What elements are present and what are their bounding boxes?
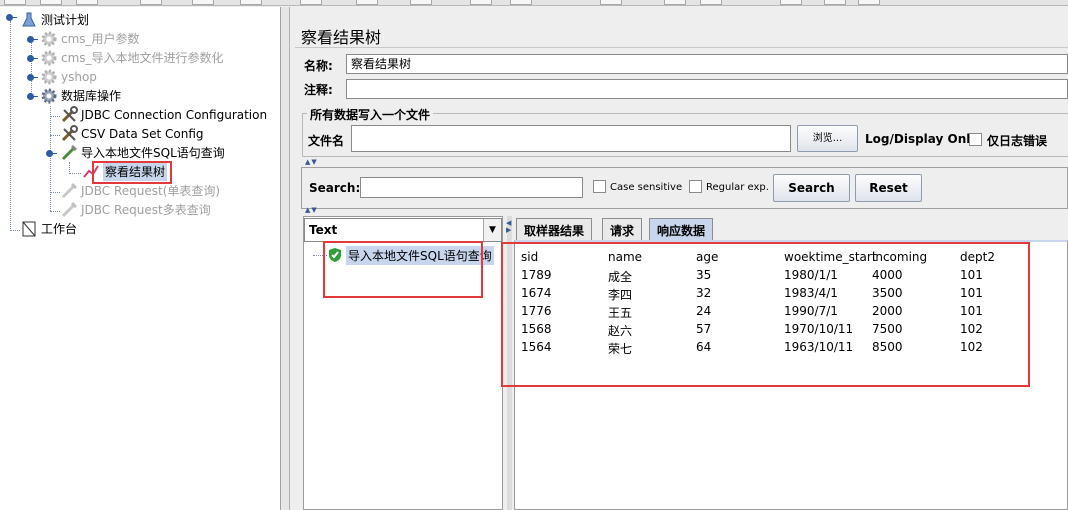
toolbar-button[interactable]: [780, 0, 802, 5]
collapse-arrows[interactable]: ▲▼: [305, 158, 318, 166]
pipette-icon: [60, 144, 78, 162]
browse-button[interactable]: 浏览...: [797, 125, 858, 152]
tree-label: 数据库操作: [61, 89, 122, 103]
selection-highlight: [92, 161, 172, 184]
response-highlight: [501, 242, 1030, 387]
tree-label: cms_用户参数: [61, 32, 140, 46]
renderer-value: Text: [309, 223, 338, 237]
toolbar-button[interactable]: [4, 0, 26, 5]
errors-only-checkbox[interactable]: [969, 133, 982, 146]
tree-node-db-ops[interactable]: 数据库操作: [40, 86, 121, 105]
toolbar-button[interactable]: [664, 0, 686, 5]
flask-icon: [20, 11, 38, 29]
gear-icon: [40, 68, 58, 86]
wrench-icon: [60, 124, 78, 143]
tree-node-csv-data-set[interactable]: CSV Data Set Config: [60, 124, 204, 143]
tree-label: CSV Data Set Config: [81, 126, 204, 141]
toolbar-button[interactable]: [410, 0, 432, 5]
test-plan-tree: 测试计划 cms_用户参数 cms_导入本地文件进行参数化 yshop 数据库操…: [0, 7, 281, 510]
chevron-down-icon[interactable]: ▼: [483, 219, 501, 241]
result-tabs: 取样器结果 请求 响应数据: [513, 218, 1068, 240]
pipette-icon: [60, 201, 78, 219]
tree-node-jdbc-connection[interactable]: JDBC Connection Configuration: [60, 105, 267, 124]
regex-checkbox[interactable]: [689, 180, 702, 193]
regex-label: Regular exp.: [706, 182, 769, 193]
gear-icon: [40, 49, 58, 67]
toolbar-button[interactable]: [192, 0, 214, 5]
tree-label: yshop: [61, 69, 97, 84]
tree-node-workbench[interactable]: 工作台: [20, 219, 77, 238]
reset-button[interactable]: Reset: [855, 174, 922, 202]
tree-label: JDBC Request多表查询: [81, 203, 211, 217]
tree-label: 工作台: [41, 222, 78, 236]
tab-request[interactable]: 请求: [602, 218, 643, 240]
toolbar-button[interactable]: [40, 0, 62, 5]
search-input[interactable]: [360, 177, 583, 198]
collapse-arrows[interactable]: ▲▼: [305, 206, 318, 214]
tree-label: JDBC Connection Configuration: [81, 107, 268, 122]
search-button[interactable]: Search: [773, 174, 850, 202]
pipette-icon: [60, 182, 78, 200]
view-results-tree-panel: 察看结果树 名称: 察看结果树 注释: 所有数据写入一个文件 文件名 浏览...…: [291, 7, 1068, 510]
tree-label: cms_导入本地文件进行参数化: [61, 51, 224, 65]
gear-icon: [40, 87, 58, 105]
toolbar-button[interactable]: [356, 0, 378, 5]
toolbar-button[interactable]: [824, 0, 846, 5]
tree-label: JDBC Request(单表查询): [81, 184, 221, 198]
name-label: 名称:: [304, 59, 333, 73]
name-field[interactable]: 察看结果树: [346, 54, 1068, 74]
tab-sampler-result[interactable]: 取样器结果: [516, 218, 593, 240]
toolbar-button[interactable]: [510, 0, 532, 5]
comment-field[interactable]: [346, 79, 1068, 99]
collapse-arrows[interactable]: ◀ ▶: [506, 220, 512, 234]
tab-response-data[interactable]: 响应数据: [649, 218, 714, 240]
renderer-select[interactable]: Text ▼: [304, 218, 502, 242]
toolbar-button[interactable]: [140, 0, 162, 5]
tree-node-yshop[interactable]: yshop: [40, 67, 97, 86]
case-sensitive-checkbox[interactable]: [593, 180, 606, 193]
log-display-label: Log/Display Only:: [865, 132, 983, 146]
errors-only-label: 仅日志错误: [987, 134, 1048, 148]
splitter[interactable]: [281, 7, 290, 510]
comment-label: 注释:: [304, 83, 333, 97]
toolbar-button[interactable]: [240, 0, 262, 5]
tree-node-cms-user-params[interactable]: cms_用户参数: [40, 29, 140, 48]
tree-node-jdbc-request-multi[interactable]: JDBC Request多表查询: [60, 200, 211, 219]
search-label: Search:: [309, 181, 361, 195]
tree-node-cms-import-file[interactable]: cms_导入本地文件进行参数化: [40, 48, 224, 67]
case-sensitive-label: Case sensitive: [610, 182, 683, 193]
toolbar-button[interactable]: [470, 0, 492, 5]
toolbar: [0, 0, 1068, 6]
filename-label: 文件名: [308, 134, 345, 148]
toolbar-button[interactable]: [700, 0, 722, 5]
wrench-icon: [60, 105, 78, 124]
workbench-icon: [20, 220, 38, 238]
tree-node-sql-import-query[interactable]: 导入本地文件SQL语句查询: [60, 143, 225, 162]
page-title: 察看结果树: [301, 28, 382, 47]
toolbar-button[interactable]: [858, 0, 880, 5]
toolbar-button[interactable]: [300, 0, 322, 5]
file-group-title: 所有数据写入一个文件: [307, 106, 434, 123]
filename-field[interactable]: [351, 125, 791, 152]
sample-highlight: [323, 241, 483, 298]
toolbar-button[interactable]: [76, 0, 98, 5]
gear-icon: [40, 30, 58, 48]
tree-label: 测试计划: [41, 13, 90, 27]
tree-label: 导入本地文件SQL语句查询: [81, 146, 225, 160]
tree-node-test-plan[interactable]: 测试计划: [20, 10, 89, 29]
toolbar-button[interactable]: [600, 0, 622, 5]
